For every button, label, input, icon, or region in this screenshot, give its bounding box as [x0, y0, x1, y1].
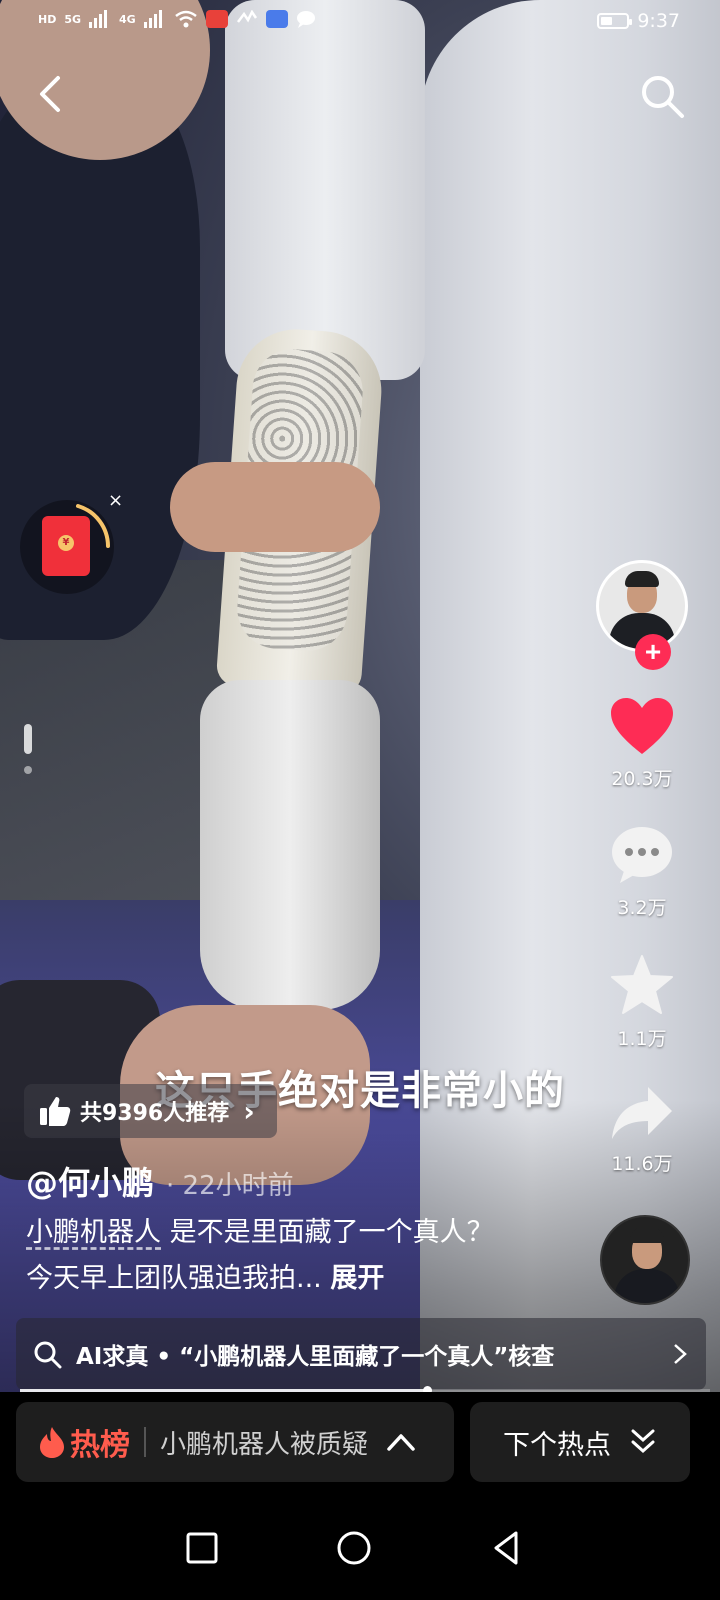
clock: 9:37 — [637, 10, 680, 32]
back-triangle-icon[interactable] — [484, 1526, 528, 1570]
hd-label: HD — [38, 12, 57, 26]
message-icon — [296, 11, 315, 28]
double-chevron-down-icon — [631, 1429, 655, 1454]
coin-icon: ¥ — [58, 535, 74, 551]
hot-divider — [144, 1427, 146, 1457]
signal-icon-2 — [143, 10, 162, 28]
post-time: · 22小时前 — [166, 1171, 294, 1201]
expand-button[interactable]: 展开 — [330, 1263, 384, 1294]
avatar-hair — [625, 571, 659, 587]
ai-fact-check-bar[interactable]: AI求真 • “小鹏机器人里面藏了一个真人”核查 — [16, 1318, 706, 1390]
network-4g-label: 4G — [119, 12, 136, 26]
favorite-action[interactable]: 1.1万 — [592, 954, 692, 1051]
recommend-label: 共9396人推荐 — [80, 1101, 230, 1126]
author-name[interactable]: @何小鹏 — [26, 1158, 154, 1204]
favorite-count: 1.1万 — [617, 1028, 667, 1050]
human-hand-top — [170, 462, 380, 552]
bottom-bar: 热榜 小鹏机器人被质疑 下个热点 — [0, 1392, 720, 1502]
search-button[interactable] — [638, 72, 686, 120]
search-icon — [34, 1341, 62, 1369]
recommend-chip[interactable]: 共9396人推荐 › — [24, 1084, 277, 1138]
thumbs-up-icon — [40, 1097, 71, 1126]
like-action[interactable]: 20.3万 — [592, 696, 692, 791]
video-description[interactable]: 小鹏机器人 是不是里面藏了一个真人？今天早上团队强迫我拍... 展开 — [26, 1210, 496, 1302]
status-left: HD 5G 4G — [38, 10, 316, 28]
battery-icon — [597, 13, 633, 29]
wifi-icon — [174, 10, 197, 28]
signal-icon — [89, 10, 108, 28]
chevron-right-icon: › — [243, 1094, 255, 1128]
music-disc[interactable] — [600, 1215, 690, 1305]
next-hot-label: 下个热点 — [503, 1429, 611, 1461]
page-indicator-active — [24, 724, 32, 754]
flame-icon — [40, 1427, 64, 1458]
browser-app-icon — [265, 10, 288, 28]
heart-icon — [611, 698, 673, 754]
red-envelope-icon: ¥ — [42, 516, 90, 576]
comment-count: 3.2万 — [617, 897, 667, 919]
comment-action[interactable]: 3.2万 — [592, 825, 692, 920]
app-notification-icon — [236, 10, 257, 23]
page-indicator — [24, 724, 32, 774]
disc-avatar-body — [614, 1269, 680, 1303]
robot-hand — [200, 680, 380, 1010]
next-hot-button[interactable]: 下个热点 — [470, 1402, 690, 1482]
recents-square-icon[interactable] — [180, 1526, 224, 1570]
status-bar: HD 5G 4G 9:37 — [0, 0, 720, 48]
author-avatar-wrap: + — [592, 560, 692, 672]
disc-avatar-hair — [630, 1227, 664, 1243]
like-count: 20.3万 — [611, 768, 673, 790]
comment-icon — [612, 827, 672, 883]
author-row: @何小鹏 · 22小时前 — [26, 1158, 294, 1204]
chevron-right-icon — [674, 1344, 687, 1364]
hot-list-label: 热榜 — [70, 1428, 130, 1463]
chevron-up-icon[interactable] — [386, 1432, 416, 1452]
chevron-left-icon — [40, 76, 60, 112]
page-indicator-dot — [24, 766, 32, 774]
share-count: 11.6万 — [611, 1153, 673, 1175]
system-nav-bar — [0, 1502, 720, 1600]
taobao-app-icon — [205, 10, 228, 28]
hot-list-pill[interactable]: 热榜 小鹏机器人被质疑 — [16, 1402, 454, 1482]
search-icon — [642, 76, 684, 118]
description-tag[interactable]: 小鹏机器人 — [26, 1217, 161, 1248]
hot-topic-text: 小鹏机器人被质疑 — [160, 1429, 369, 1460]
back-button[interactable] — [30, 72, 74, 116]
red-packet-widget[interactable]: ¥ — [20, 500, 114, 594]
ai-fact-check-text: AI求真 • “小鹏机器人里面藏了一个真人”核查 — [76, 1344, 555, 1370]
network-5g-label: 5G — [64, 12, 82, 26]
robot-upper-arm — [225, 0, 425, 380]
red-packet-close-button[interactable]: × — [108, 490, 123, 511]
status-right: 9:37 — [597, 10, 680, 32]
home-circle-icon[interactable] — [332, 1526, 376, 1570]
battery-level — [601, 17, 613, 25]
star-icon — [611, 955, 673, 1014]
follow-button[interactable]: + — [635, 634, 671, 670]
